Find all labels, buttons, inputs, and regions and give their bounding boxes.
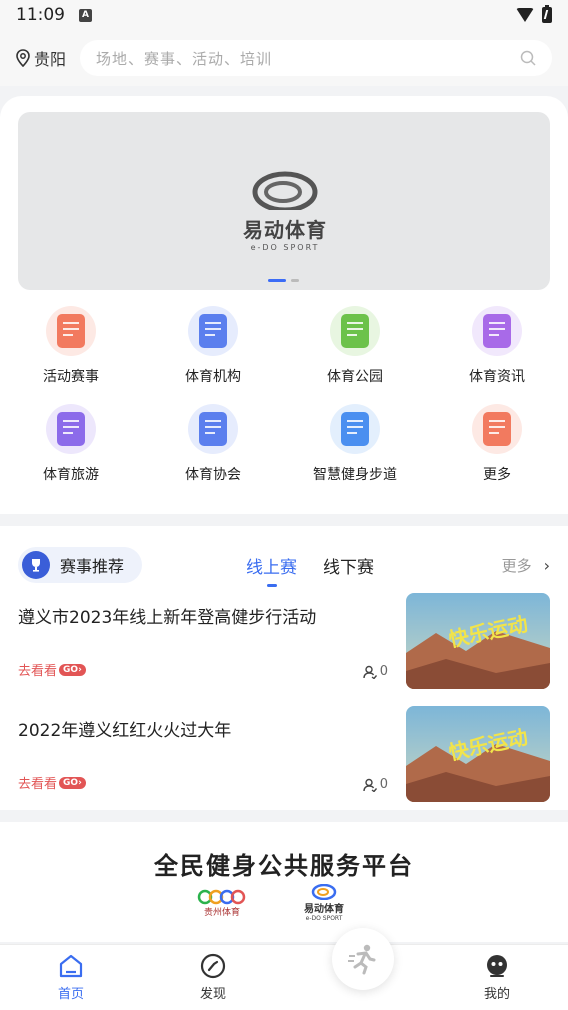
event-title: 遵义市2023年线上新年登高健步行活动 [18, 608, 317, 628]
event-thumbnail: 快乐运动 [406, 593, 550, 689]
discover-icon [200, 953, 226, 979]
carousel-dot-active [268, 279, 286, 282]
event-list-item[interactable]: 遵义市2023年线上新年登高健步行活动 去看看 GO› 0 快乐运动 [18, 593, 550, 689]
event-icon [46, 306, 96, 356]
location-label: 贵阳 [34, 50, 67, 69]
running-icon [348, 944, 376, 975]
wifi-icon [516, 8, 534, 22]
banner-logo-en: e-DO SPORT [250, 243, 320, 252]
category-item[interactable]: 智慧健身步道 [284, 404, 426, 484]
park-icon [330, 306, 380, 356]
tab-discover-label: 发现 [199, 987, 226, 1002]
guizhou-sports-logo: 贵州体育 [196, 889, 248, 918]
events-header: 赛事推荐 线上赛 线下赛 更多 › [18, 546, 550, 587]
main-card: 易动体育 e-DO SPORT 活动赛事 体育机构 体育公园 体育资讯体育旅游 体育协会… [0, 96, 568, 514]
event-go-label: 去看看 [18, 777, 58, 792]
platform-title: 全民健身公共服务平台 [154, 852, 414, 880]
category-label: 体育协会 [185, 467, 241, 483]
carousel-dot [291, 279, 299, 282]
participants-icon [363, 778, 377, 792]
platform-banner[interactable]: 全民健身公共服务平台 贵州体育 易动体育 e-DO SPORT [0, 822, 568, 942]
tab-home[interactable]: 首页 [0, 945, 142, 1010]
walkway-icon [330, 404, 380, 454]
category-item[interactable]: 体育协会 [142, 404, 284, 484]
platform-logos: 贵州体育 易动体育 e-DO SPORT [196, 884, 344, 922]
participants-icon [363, 665, 377, 679]
more-icon [472, 404, 522, 454]
category-label: 体育旅游 [43, 467, 99, 483]
event-participant-count: 0 [363, 664, 388, 679]
events-section-title: 赛事推荐 [18, 547, 143, 583]
home-icon [58, 953, 84, 979]
search-icon[interactable] [520, 50, 536, 66]
search-placeholder: 场地、赛事、活动、培训 [96, 49, 273, 68]
battery-icon [542, 5, 552, 23]
tab-home-label: 首页 [57, 987, 84, 1002]
category-label: 智慧健身步道 [313, 467, 397, 483]
profile-icon [484, 953, 510, 979]
bottom-tab-bar: 首页 发现 我的 [0, 944, 568, 1010]
category-label: 活动赛事 [43, 369, 99, 385]
events-more-label: 更多 [501, 556, 532, 575]
events-card: 赛事推荐 线上赛 线下赛 更多 › 遵义市2023年线上新年登高健步行活动 去看… [0, 526, 568, 810]
event-go-label: 去看看 [18, 664, 58, 679]
chevron-right-icon: › [543, 555, 550, 575]
category-item[interactable]: 更多 [426, 404, 568, 484]
center-sport-button[interactable] [332, 928, 394, 990]
event-list-item[interactable]: 2022年遵义红红火火过大年 去看看 GO› 0 快乐运动 [18, 706, 550, 802]
trophy-icon [22, 551, 50, 579]
status-time: 11:09 [16, 5, 65, 25]
top-bar: 贵阳 场地、赛事、活动、培训 [0, 30, 568, 86]
tab-profile-label: 我的 [483, 987, 510, 1002]
search-input[interactable]: 场地、赛事、活动、培训 [80, 40, 552, 76]
location-pin-icon [16, 49, 30, 67]
events-more-link[interactable]: 更多 › [502, 555, 550, 576]
tab-offline[interactable]: 线下赛 [323, 553, 374, 578]
category-label: 体育机构 [185, 369, 241, 385]
tab-discover[interactable]: 发现 [142, 945, 284, 1010]
go-badge: GO› [59, 663, 86, 676]
event-thumbnail: 快乐运动 [406, 706, 550, 802]
location-selector[interactable]: 贵阳 [16, 46, 66, 70]
events-section-label: 赛事推荐 [60, 557, 125, 576]
banner-carousel[interactable]: 易动体育 e-DO SPORT [18, 112, 550, 290]
category-item[interactable]: 体育旅游 [0, 404, 142, 484]
category-label: 体育资讯 [469, 369, 525, 385]
edo-sport-logo: 易动体育 e-DO SPORT [304, 884, 344, 922]
news-icon [472, 306, 522, 356]
category-item[interactable]: 体育机构 [142, 306, 284, 386]
status-bar: 11:09 A [0, 0, 568, 30]
category-item[interactable]: 活动赛事 [0, 306, 142, 386]
notification-icon: A [79, 8, 92, 22]
events-tabs: 线上赛 线下赛 [246, 553, 374, 587]
event-participant-count: 0 [363, 777, 388, 792]
banner-logo: 易动体育 e-DO SPORT [220, 170, 350, 252]
association-icon [188, 404, 238, 454]
org-icon [188, 306, 238, 356]
category-item[interactable]: 体育公园 [284, 306, 426, 386]
category-label: 更多 [483, 467, 511, 483]
category-label: 体育公园 [327, 369, 383, 385]
go-badge: GO› [59, 776, 86, 789]
event-go-link[interactable]: 去看看 GO› [18, 660, 86, 679]
tab-profile[interactable]: 我的 [426, 945, 568, 1010]
event-go-link[interactable]: 去看看 GO› [18, 773, 86, 792]
category-grid: 活动赛事 体育机构 体育公园 体育资讯体育旅游 体育协会 智慧健身步道 更多 [0, 306, 568, 484]
category-item[interactable]: 体育资讯 [426, 306, 568, 386]
travel-icon [46, 404, 96, 454]
tab-online[interactable]: 线上赛 [246, 553, 297, 587]
carousel-indicator [268, 279, 299, 282]
event-title: 2022年遵义红红火火过大年 [18, 721, 232, 741]
